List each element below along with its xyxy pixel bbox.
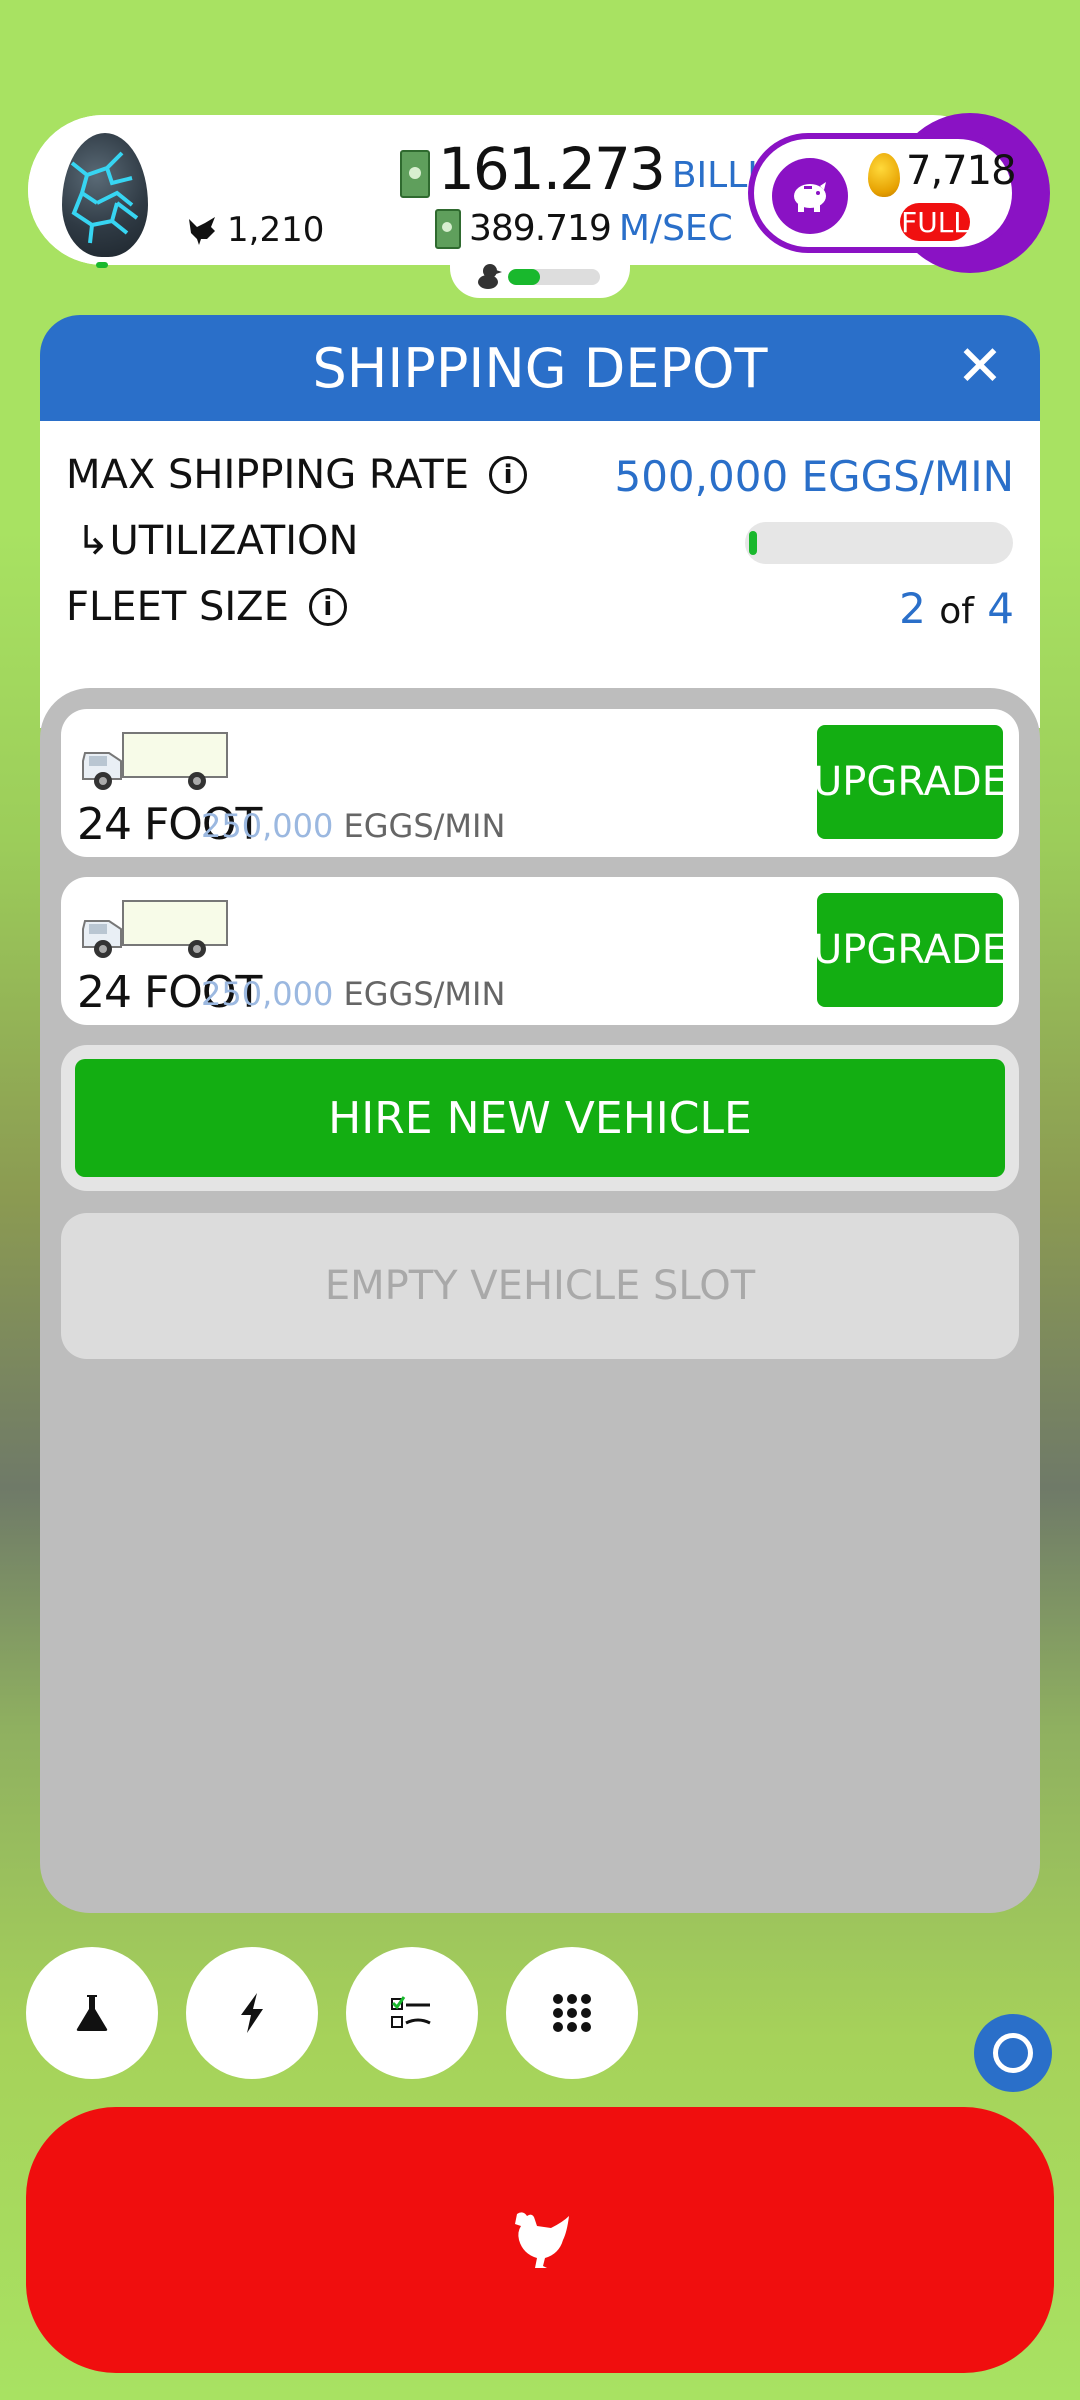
vehicle-rate-unit: EGGS/MIN <box>343 975 506 1013</box>
info-icon[interactable]: i <box>489 456 528 494</box>
vehicle-rate: 250,000 EGGS/MIN <box>201 807 505 845</box>
panel-header: SHIPPING DEPOT ✕ <box>40 315 1040 421</box>
truck-icon <box>82 900 228 958</box>
vehicle-rate-value: 250,000 <box>201 975 334 1013</box>
panel-title: SHIPPING DEPOT <box>312 336 768 400</box>
fleet-size-row: FLEET SIZE i <box>66 584 347 630</box>
hatch-chicken-button[interactable] <box>26 2107 1054 2373</box>
max-shipping-rate-row: MAX SHIPPING RATE i <box>66 452 528 498</box>
close-icon[interactable]: ✕ <box>950 337 1010 397</box>
lightning-icon <box>241 1993 263 2033</box>
menu-button[interactable] <box>506 1947 638 2079</box>
max-shipping-rate-value: 500,000 EGGS/MIN <box>614 452 1014 501</box>
hire-vehicle-slot: HIRE NEW VEHICLE <box>61 1045 1019 1191</box>
cash-icon <box>400 150 430 198</box>
checklist-icon <box>391 1996 431 2028</box>
hatchery-progress-bar <box>508 269 600 285</box>
info-icon[interactable]: i <box>308 588 347 626</box>
golden-egg-count: 7,718 <box>906 148 1017 194</box>
vehicle-rate-value: 250,000 <box>201 807 334 845</box>
upgrade-button[interactable]: UPGRADE <box>813 725 1007 839</box>
egg-indicator <box>96 262 108 268</box>
missions-button[interactable] <box>346 1947 478 2079</box>
vehicle-rate-unit: EGGS/MIN <box>343 807 506 845</box>
vehicle-rate: 250,000 EGGS/MIN <box>201 975 505 1013</box>
truck-icon <box>82 732 228 790</box>
fleet-size-value: 2 of 4 <box>899 584 1014 633</box>
utilization-bar <box>745 522 1013 564</box>
money-amount: 161.273 <box>438 135 666 203</box>
upgrade-button[interactable]: UPGRADE <box>813 893 1007 1007</box>
boosts-button[interactable] <box>186 1947 318 2079</box>
rate-unit: M/SEC <box>618 208 733 249</box>
fleet-size-of: of <box>939 591 974 632</box>
empty-vehicle-slot: EMPTY VEHICLE SLOT <box>61 1213 1019 1359</box>
vehicle-card: 24 FOOT 250,000 EGGS/MIN UPGRADE <box>61 709 1019 857</box>
piggy-bank-icon <box>794 182 826 212</box>
chicken-silhouette-icon <box>189 217 215 245</box>
assistive-touch-button[interactable] <box>974 2014 1052 2092</box>
chicken-icon <box>515 2212 569 2268</box>
chicken-count-value: 1,210 <box>227 210 325 250</box>
fleet-size-current: 2 <box>899 584 926 633</box>
cash-icon <box>435 208 461 249</box>
max-shipping-rate-label: MAX SHIPPING RATE <box>66 452 470 498</box>
ring-icon <box>993 2033 1033 2073</box>
current-egg-icon[interactable] <box>62 133 148 257</box>
fleet-size-max: 4 <box>987 584 1014 633</box>
piggy-full-badge: FULL <box>900 203 970 241</box>
chicken-count: 1,210 <box>185 205 324 255</box>
research-button[interactable] <box>26 1947 158 2079</box>
golden-egg-icon <box>868 153 900 197</box>
piggy-bank-button[interactable] <box>772 158 848 234</box>
flask-icon <box>76 1995 108 2031</box>
utilization-label: ↳UTILIZATION <box>76 518 359 564</box>
vehicle-card: 24 FOOT 250,000 EGGS/MIN UPGRADE <box>61 877 1019 1025</box>
rate-amount: 389.719 <box>469 208 612 249</box>
earning-rate: 389.719 M/SEC <box>435 208 733 249</box>
grid-menu-icon <box>553 1994 591 2032</box>
chick-icon <box>476 262 502 297</box>
fleet-size-label: FLEET SIZE <box>66 584 289 630</box>
hire-new-vehicle-button[interactable]: HIRE NEW VEHICLE <box>75 1059 1005 1177</box>
